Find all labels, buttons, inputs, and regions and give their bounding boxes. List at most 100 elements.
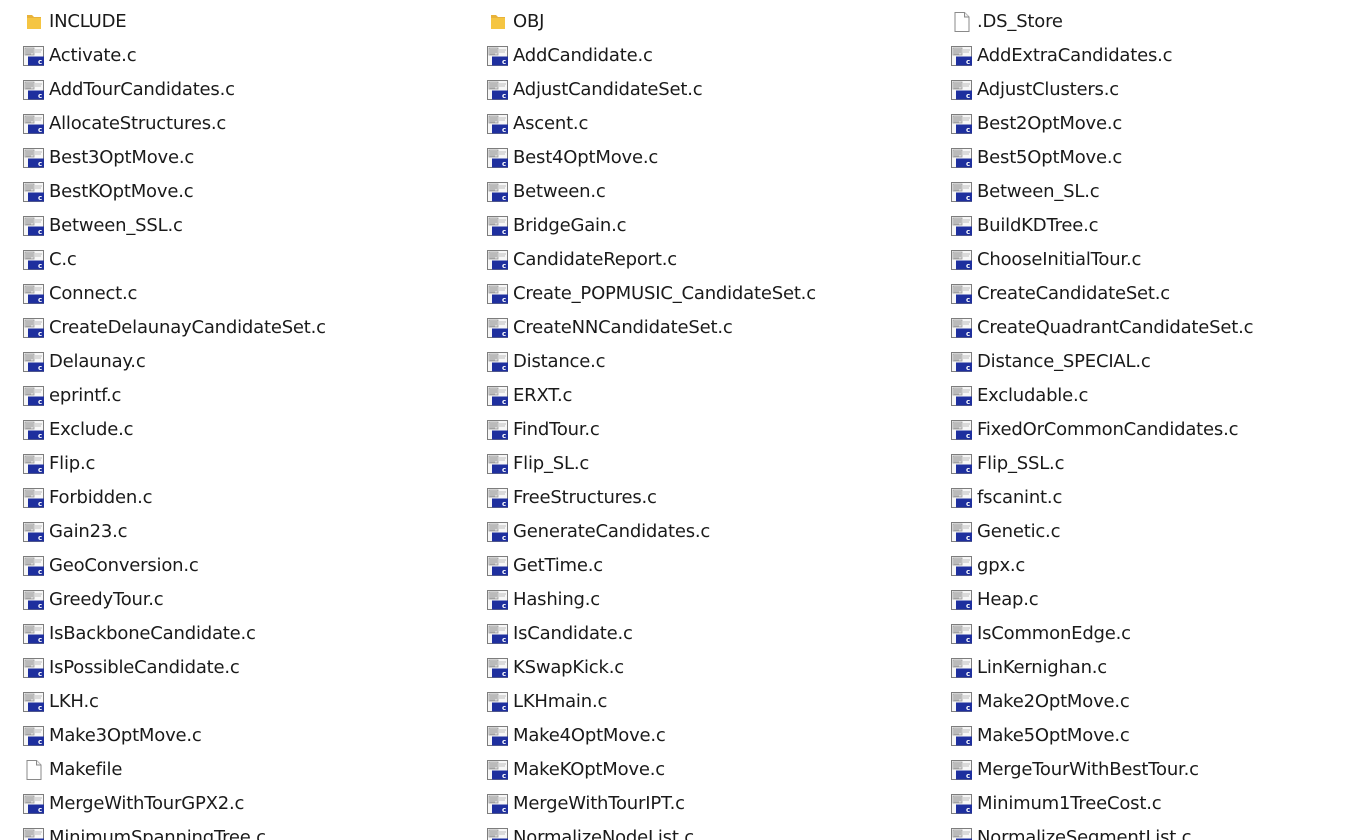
c-file-item[interactable]: c IsCommonEdge.c [950, 617, 1348, 651]
c-file-item[interactable]: c Make5OptMove.c [950, 719, 1348, 753]
c-file-item[interactable]: c Best4OptMove.c [486, 141, 926, 175]
c-file-item[interactable]: c GetTime.c [486, 549, 926, 583]
c-file-item[interactable]: c Between_SSL.c [22, 209, 462, 243]
c-file-item[interactable]: c Make2OptMove.c [950, 685, 1348, 719]
file-name-label: Between.c [513, 181, 606, 202]
file-name-label: Create_POPMUSIC_CandidateSet.c [513, 283, 816, 304]
c-file-item[interactable]: c ERXT.c [486, 379, 926, 413]
folder-item[interactable]: OBJ [486, 5, 926, 39]
c-file-item[interactable]: c GeoConversion.c [22, 549, 462, 583]
file-name-label: Between_SSL.c [49, 215, 183, 236]
c-file-item[interactable]: c Between.c [486, 175, 926, 209]
c-file-item[interactable]: c GreedyTour.c [22, 583, 462, 617]
c-file-item[interactable]: c LinKernighan.c [950, 651, 1348, 685]
c-file-item[interactable]: c CreateDelaunayCandidateSet.c [22, 311, 462, 345]
c-source-file-icon: c [22, 214, 46, 238]
c-file-item[interactable]: c C.c [22, 243, 462, 277]
c-source-file-icon: c [22, 78, 46, 102]
c-file-item[interactable]: cNormalizeNodeList.c [486, 821, 926, 840]
c-source-file-icon: c [22, 656, 46, 680]
c-file-item[interactable]: c IsPossibleCandidate.c [22, 651, 462, 685]
c-file-item[interactable]: c MergeTourWithBestTour.c [950, 753, 1348, 787]
c-file-item[interactable]: c Forbidden.c [22, 481, 462, 515]
c-file-item[interactable]: cNormalizeSegmentList.c [950, 821, 1348, 840]
c-file-item[interactable]: c MakeKOptMove.c [486, 753, 926, 787]
c-file-item[interactable]: c AllocateStructures.c [22, 107, 462, 141]
folder-item[interactable]: INCLUDE [22, 5, 462, 39]
c-file-item[interactable]: c gpx.c [950, 549, 1348, 583]
c-file-item[interactable]: c Flip.c [22, 447, 462, 481]
c-file-item[interactable]: c Make3OptMove.c [22, 719, 462, 753]
c-file-item[interactable]: c Distance.c [486, 345, 926, 379]
file-item[interactable]: .DS_Store [950, 5, 1348, 39]
c-file-item[interactable]: c Connect.c [22, 277, 462, 311]
svg-text:c: c [38, 296, 42, 304]
c-file-item[interactable]: c AdjustClusters.c [950, 73, 1348, 107]
c-file-item[interactable]: c Minimum1TreeCost.c [950, 787, 1348, 821]
file-list-view: INCLUDE c Activate.c c AddTourCandidates.c c A… [0, 0, 1348, 840]
c-file-item[interactable]: c FindTour.c [486, 413, 926, 447]
c-file-item[interactable]: c Between_SL.c [950, 175, 1348, 209]
c-file-item[interactable]: c FreeStructures.c [486, 481, 926, 515]
c-file-item[interactable]: c Distance_SPECIAL.c [950, 345, 1348, 379]
c-file-item[interactable]: c Best3OptMove.c [22, 141, 462, 175]
c-file-item[interactable]: c CreateQuadrantCandidateSet.c [950, 311, 1348, 345]
c-file-item[interactable]: c Hashing.c [486, 583, 926, 617]
c-file-item[interactable]: c Flip_SSL.c [950, 447, 1348, 481]
file-name-label: BridgeGain.c [513, 215, 627, 236]
file-name-label: GenerateCandidates.c [513, 521, 711, 542]
c-file-item[interactable]: c Gain23.c [22, 515, 462, 549]
c-file-item[interactable]: c LKH.c [22, 685, 462, 719]
svg-text:c: c [38, 126, 42, 134]
c-file-item[interactable]: c Best2OptMove.c [950, 107, 1348, 141]
c-source-file-icon: c [22, 180, 46, 204]
c-file-item[interactable]: c CreateNNCandidateSet.c [486, 311, 926, 345]
c-file-item[interactable]: c BridgeGain.c [486, 209, 926, 243]
c-file-item[interactable]: c Flip_SL.c [486, 447, 926, 481]
svg-text:c: c [966, 568, 970, 576]
c-file-item[interactable]: c fscanint.c [950, 481, 1348, 515]
file-item[interactable]: Makefile [22, 753, 462, 787]
c-file-item[interactable]: c Heap.c [950, 583, 1348, 617]
c-source-file-icon: c [486, 112, 510, 136]
svg-text:c: c [502, 704, 506, 712]
c-file-item[interactable]: cMinimumSpanningTree.c [22, 821, 462, 840]
c-file-item[interactable]: c Make4OptMove.c [486, 719, 926, 753]
c-file-item[interactable]: c IsBackboneCandidate.c [22, 617, 462, 651]
c-file-item[interactable]: c Activate.c [22, 39, 462, 73]
c-file-item[interactable]: c FixedOrCommonCandidates.c [950, 413, 1348, 447]
c-file-item[interactable]: c LKHmain.c [486, 685, 926, 719]
c-file-item[interactable]: c Create_POPMUSIC_CandidateSet.c [486, 277, 926, 311]
c-file-item[interactable]: c Genetic.c [950, 515, 1348, 549]
c-source-file-icon: c [486, 520, 510, 544]
c-file-item[interactable]: c AdjustCandidateSet.c [486, 73, 926, 107]
c-file-item[interactable]: c MergeWithTourIPT.c [486, 787, 926, 821]
svg-text:c: c [38, 500, 42, 508]
c-file-item[interactable]: c KSwapKick.c [486, 651, 926, 685]
c-file-item[interactable]: c MergeWithTourGPX2.c [22, 787, 462, 821]
c-file-item[interactable]: c Ascent.c [486, 107, 926, 141]
c-file-item[interactable]: c GenerateCandidates.c [486, 515, 926, 549]
c-file-item[interactable]: c AddExtraCandidates.c [950, 39, 1348, 73]
c-file-item[interactable]: c Best5OptMove.c [950, 141, 1348, 175]
file-name-label: GreedyTour.c [49, 589, 164, 610]
c-file-item[interactable]: c CandidateReport.c [486, 243, 926, 277]
c-file-item[interactable]: c ChooseInitialTour.c [950, 243, 1348, 277]
file-name-label: Gain23.c [49, 521, 128, 542]
file-name-label: Ascent.c [513, 113, 589, 134]
c-file-item[interactable]: c AddCandidate.c [486, 39, 926, 73]
c-file-item[interactable]: c BuildKDTree.c [950, 209, 1348, 243]
c-file-item[interactable]: c Exclude.c [22, 413, 462, 447]
c-file-item[interactable]: c CreateCandidateSet.c [950, 277, 1348, 311]
svg-text:c: c [38, 160, 42, 168]
c-file-item[interactable]: c Delaunay.c [22, 345, 462, 379]
file-name-label: Make3OptMove.c [49, 725, 202, 746]
c-source-file-icon: c [950, 554, 974, 578]
c-file-item[interactable]: c Excludable.c [950, 379, 1348, 413]
svg-text:c: c [38, 330, 42, 338]
file-name-label: IsCommonEdge.c [977, 623, 1131, 644]
c-file-item[interactable]: c IsCandidate.c [486, 617, 926, 651]
c-file-item[interactable]: c eprintf.c [22, 379, 462, 413]
c-file-item[interactable]: c AddTourCandidates.c [22, 73, 462, 107]
c-file-item[interactable]: c BestKOptMove.c [22, 175, 462, 209]
